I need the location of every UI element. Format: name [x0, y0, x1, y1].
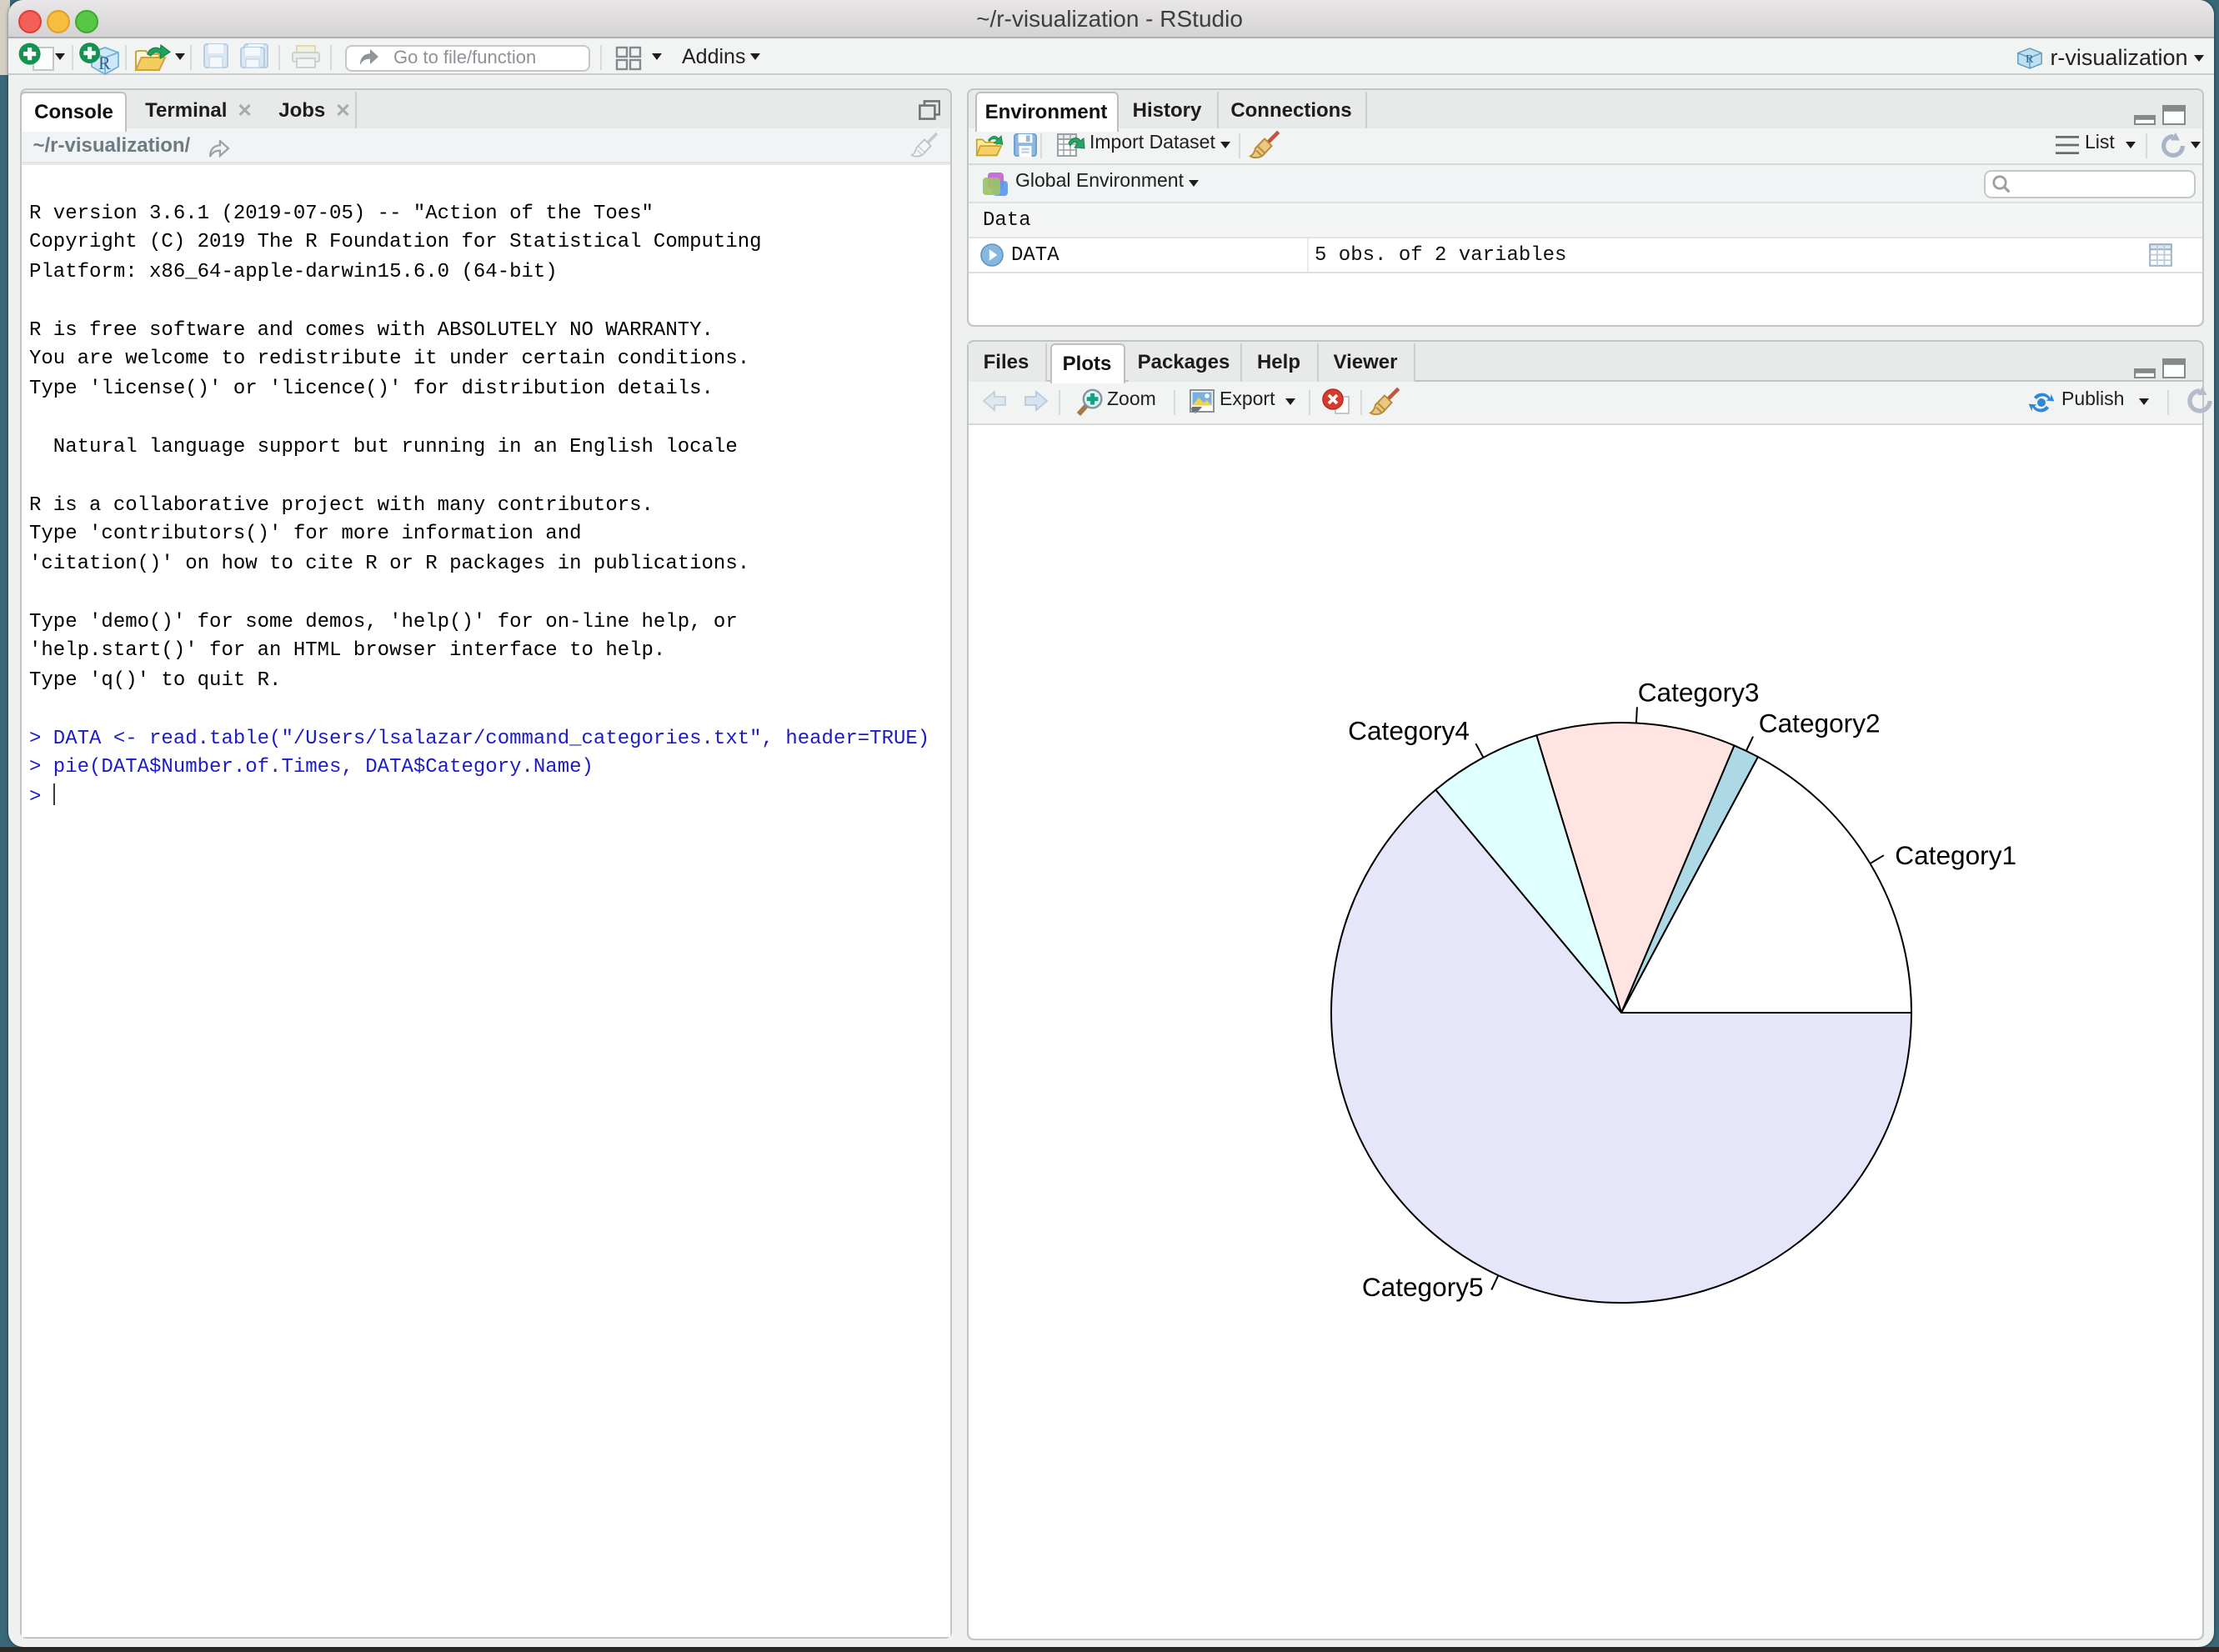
svg-text:R: R: [98, 52, 111, 73]
svg-text:Category5: Category5: [1361, 1271, 1483, 1301]
svg-text:Category2: Category2: [1758, 708, 1880, 738]
svg-text:R: R: [2026, 52, 2034, 65]
svg-text:Category1: Category1: [1894, 839, 2016, 869]
svg-text:Category4: Category4: [1347, 714, 1469, 744]
svg-text:Category3: Category3: [1637, 677, 1759, 707]
